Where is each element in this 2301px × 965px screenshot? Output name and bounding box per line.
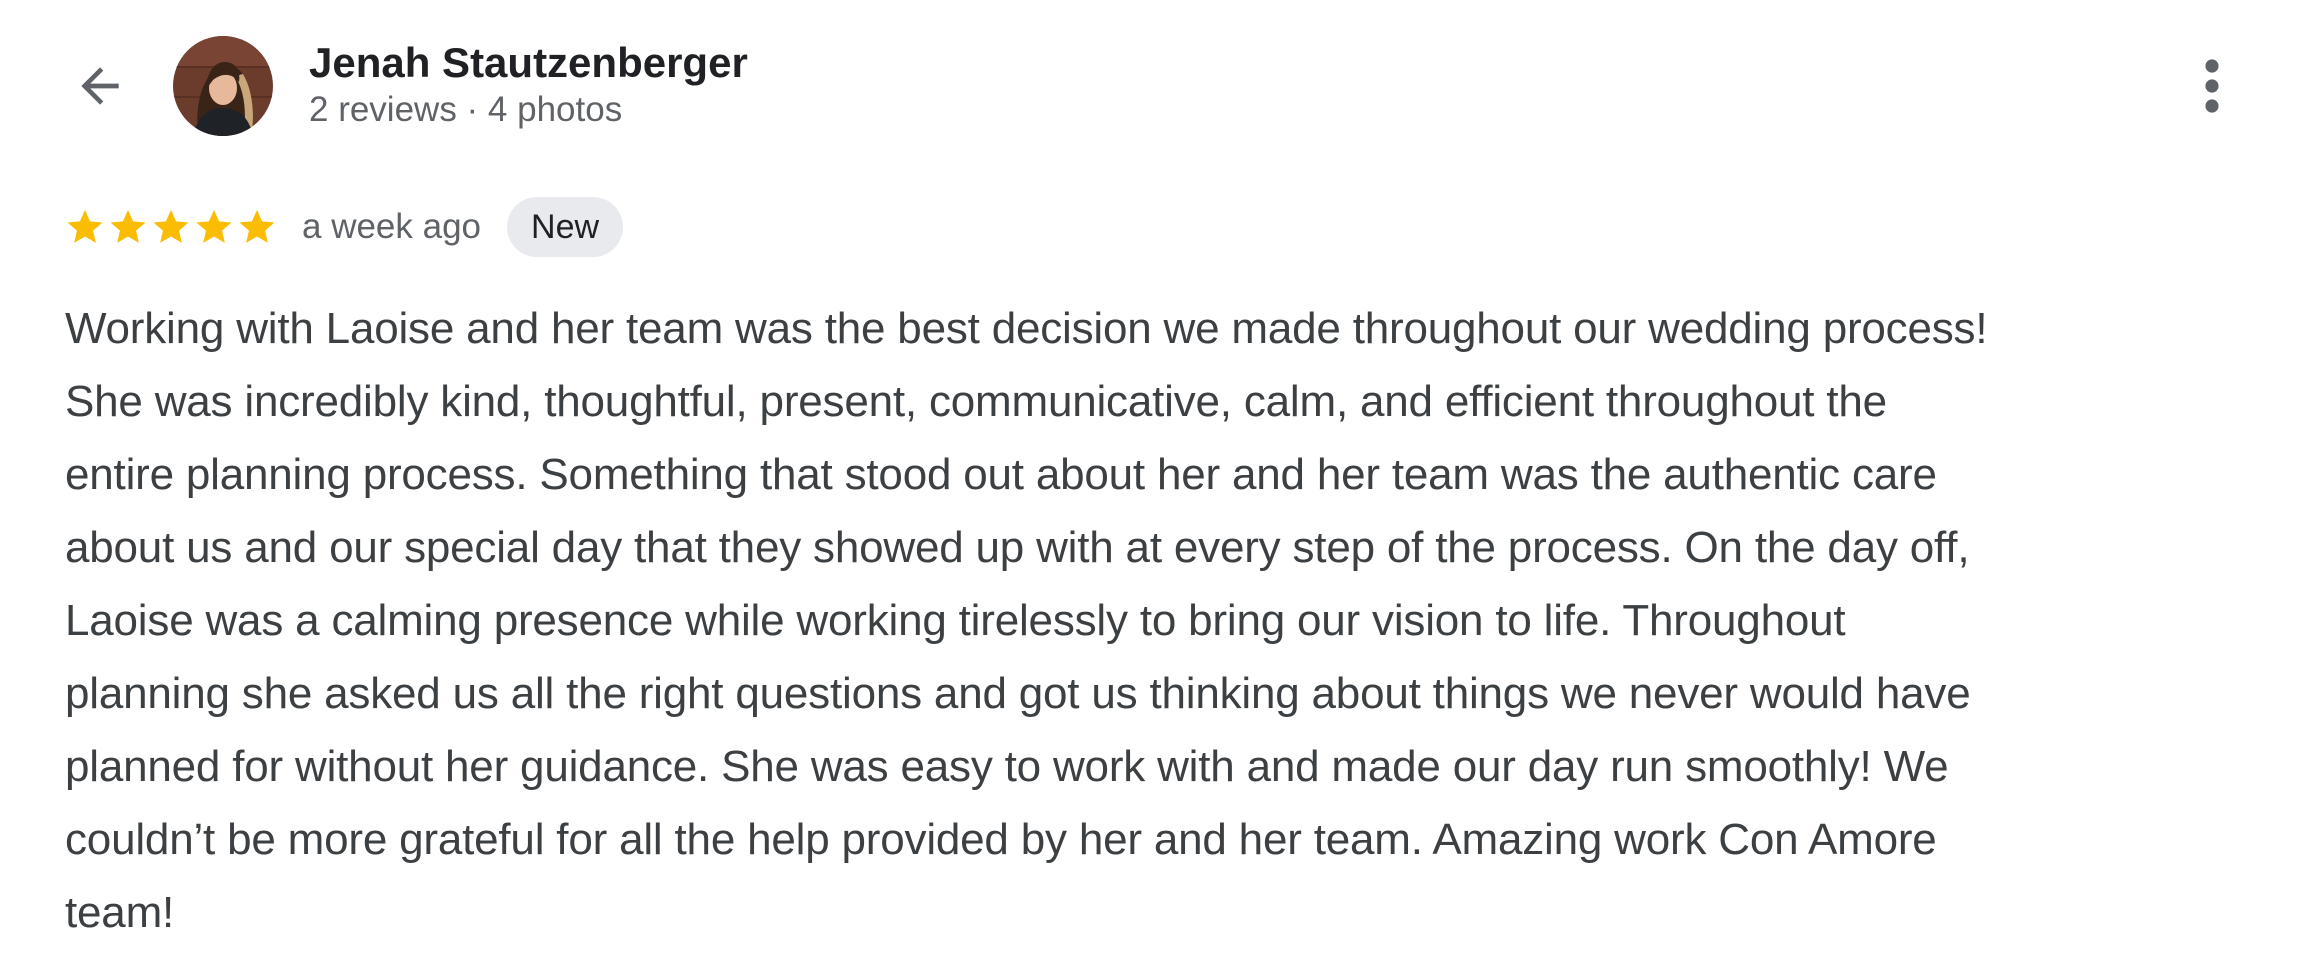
review-header: Jenah Stautzenberger 2 reviews · 4 photo… [0,0,2301,170]
user-name[interactable]: Jenah Stautzenberger [309,38,748,88]
star-icon [110,209,146,243]
review-text-line: about us and our special day that they s… [65,523,1970,572]
review-text-line: planning she asked us all the right ques… [65,669,1971,718]
review-text-line: planned for without her guidance. She wa… [65,742,1949,791]
review-text-line: Laoise was a calming presence while work… [65,596,1846,645]
star-icon [153,209,189,243]
user-meta: 2 reviews · 4 photos [309,90,623,129]
review-text-line: Working with Laoise and her team was the… [65,304,1988,353]
review-text-line: entire planning process. Something that … [65,450,1937,499]
star-icon [67,209,103,243]
more-vert-icon [2205,59,2219,113]
review-text-line: She was incredibly kind, thoughtful, pre… [65,377,1887,426]
review-text: Working with Laoise and her team was the… [65,292,2275,949]
review-time: a week ago [302,207,482,246]
review-text-line: team! [65,888,175,937]
arrow-back-icon [81,67,119,105]
star-rating [64,206,278,248]
new-badge: New [507,197,624,257]
star-icon [239,209,275,243]
star-icon [196,209,232,243]
back-button[interactable] [60,46,140,126]
avatar[interactable] [173,36,273,136]
more-options-button[interactable] [2176,46,2248,126]
review-text-line: couldn’t be more grateful for all the he… [65,815,1937,864]
avatar-image [173,36,273,136]
rating-row: a week ago New [64,194,624,260]
